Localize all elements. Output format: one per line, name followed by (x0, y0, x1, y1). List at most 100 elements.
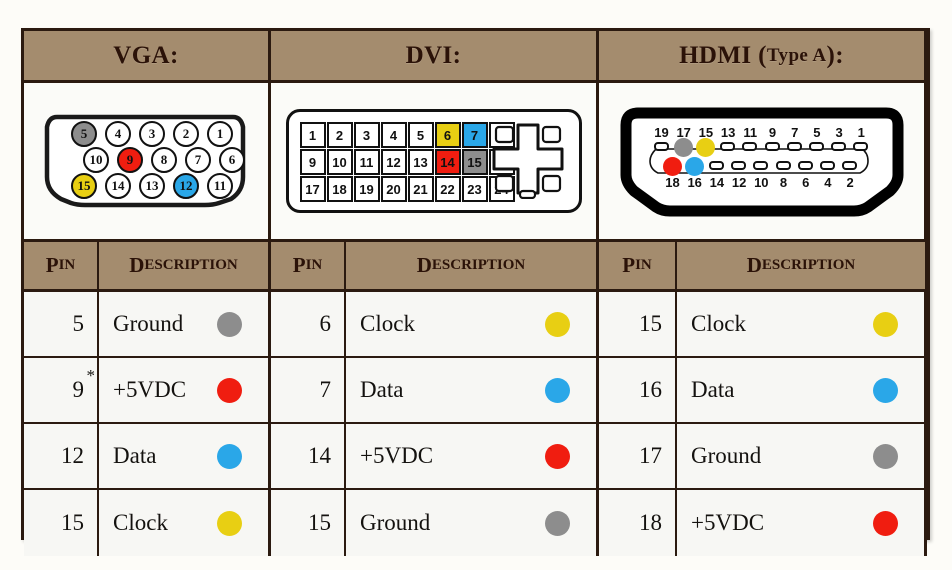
cell-pin-vga-12: 12 (24, 424, 99, 490)
cell-description-vga-12: Data (99, 424, 271, 490)
signal-color-dot (545, 377, 570, 403)
dvi-pin-grid: 123456789101112131415161718192021222324 (299, 122, 515, 202)
hdmi-label-6: 6 (802, 175, 810, 190)
cell-pin-hdmi-16: 16 (599, 358, 677, 424)
cell-description-vga-15: Clock (99, 490, 271, 556)
hdmi-pin-6 (797, 161, 813, 170)
hdmi-pin-11 (742, 142, 758, 151)
dvi-pin-6: 6 (434, 122, 461, 148)
hdmi-pin-10 (753, 161, 769, 170)
signal-color-dot (217, 510, 242, 536)
header-pin-vga: P IN (24, 242, 99, 292)
dvi-pin-10: 10 (326, 149, 353, 175)
vga-pin-6: 6 (219, 147, 245, 173)
hdmi-pin-5 (808, 142, 824, 151)
header-desc-hdmi-cap: D (746, 253, 762, 277)
dvi-connector-graphic: 123456789101112131415161718192021222324 (285, 109, 582, 213)
cell-description-hdmi-15: Clock (677, 292, 927, 358)
cell-pin-hdmi-18: 18 (599, 490, 677, 556)
signal-color-dot (545, 510, 570, 536)
signal-color-dot (217, 377, 242, 403)
dvi-pin-21: 21 (407, 176, 434, 202)
dvi-pin-2: 2 (326, 122, 353, 148)
hdmi-label-7: 7 (791, 125, 799, 140)
dvi-pin-9: 9 (299, 149, 326, 175)
vga-pin-14: 14 (105, 173, 131, 199)
cell-pin-dvi-7: 7 (271, 358, 346, 424)
cell-pin-dvi-6: 6 (271, 292, 346, 358)
description-text: Clock (113, 510, 168, 535)
hdmi-pin-4 (819, 161, 835, 170)
dvi-pin-14: 14 (434, 149, 461, 175)
hdmi-pin-9 (764, 142, 780, 151)
header-desc-hdmi: D ESCRIPTION (677, 242, 927, 292)
vga-pin-8: 8 (151, 147, 177, 173)
hdmi-pin-14 (708, 161, 724, 170)
pin-number: 15 (308, 510, 331, 535)
vga-pin-13: 13 (139, 173, 165, 199)
signal-color-dot (545, 311, 570, 337)
vga-connector-graphic: 5 4 3 2 1 10 9 8 7 6 15 14 13 12 11 (41, 105, 251, 217)
dvi-pin-15: 15 (461, 149, 488, 175)
header-desc-dvi-cap: D (416, 253, 432, 277)
table-grid: VGA: DVI: HDMI (Type A): 5 4 3 2 1 10 9 8 7 6 15 14… (24, 31, 927, 556)
dvi-pin-12: 12 (380, 149, 407, 175)
pin-number: 9 * (72, 366, 96, 402)
hdmi-pin-7 (786, 142, 802, 151)
hdmi-pin-rows: 19 17 15 13 11 9 7 5 3 1 18 16 14 12 10 8 6 4 2 (650, 125, 874, 193)
hdmi-label-18: 18 (665, 175, 680, 190)
cell-pin-vga-9: 9 * (24, 358, 99, 424)
description-text: +5VDC (113, 377, 187, 402)
dvi-pin-4: 4 (380, 122, 407, 148)
hdmi-pin-1 (853, 142, 869, 151)
cell-description-hdmi-16: Data (677, 358, 927, 424)
hdmi-label-13: 13 (720, 125, 736, 140)
cell-pin-vga-15: 15 (24, 490, 99, 556)
vga-pin-12: 12 (173, 173, 199, 199)
vga-pin-1: 1 (207, 121, 233, 147)
hdmi-pin-3 (831, 142, 847, 151)
pin-number: 15 (639, 311, 662, 336)
pinout-reference-page: VGA: DVI: HDMI (Type A): 5 4 3 2 1 10 9 8 7 6 15 14… (0, 0, 952, 570)
hdmi-pin-18 (662, 157, 682, 176)
dvi-pin-13: 13 (407, 149, 434, 175)
dvi-pin-23: 23 (461, 176, 488, 202)
cell-description-dvi-15: Ground (346, 490, 599, 556)
title-hdmi-close: ): (826, 41, 844, 69)
hdmi-label-16: 16 (687, 175, 702, 190)
vga-pin-9: 9 (117, 147, 143, 173)
title-vga: VGA: (24, 31, 271, 83)
pin-number: 5 (72, 311, 85, 336)
hdmi-label-9: 9 (768, 125, 777, 140)
connector-illustration-vga: 5 4 3 2 1 10 9 8 7 6 15 14 13 12 11 (24, 83, 271, 242)
hdmi-pin-13 (720, 142, 736, 151)
hdmi-pin-17 (673, 138, 693, 157)
hdmi-label-2: 2 (846, 175, 854, 190)
vga-pin-3: 3 (139, 121, 165, 147)
header-pin-vga-rest: IN (58, 257, 76, 273)
dvi-pin-17: 17 (299, 176, 326, 202)
pin-footnote-asterisk: * (86, 366, 96, 385)
cell-description-hdmi-18: +5VDC (677, 490, 927, 556)
signal-color-dot (217, 311, 242, 337)
header-pin-hdmi: P IN (599, 242, 677, 292)
hdmi-pin-15 (695, 138, 715, 157)
signal-color-dot (217, 443, 242, 469)
vga-pin-4: 4 (105, 121, 131, 147)
header-pin-hdmi-cap: P (622, 253, 636, 277)
pin-number: 15 (61, 510, 84, 535)
header-desc-vga: D ESCRIPTION (99, 242, 271, 292)
dvi-pin-18: 18 (326, 176, 353, 202)
cell-pin-vga-5: 5 (24, 292, 99, 358)
hdmi-label-11: 11 (743, 125, 758, 140)
connector-illustration-hdmi: 19 17 15 13 11 9 7 5 3 1 18 16 14 12 10 8 6 4 2 (599, 83, 927, 242)
cell-pin-hdmi-17: 17 (599, 424, 677, 490)
description-text: Ground (691, 443, 762, 468)
dvi-pin-3: 3 (353, 122, 380, 148)
cell-description-dvi-14: +5VDC (346, 424, 599, 490)
hdmi-pin-12 (731, 161, 747, 170)
pin-number: 6 (319, 311, 332, 336)
header-pin-dvi-cap: P (292, 253, 306, 277)
description-text: Ground (360, 510, 431, 535)
dvi-pin-5: 5 (407, 122, 434, 148)
